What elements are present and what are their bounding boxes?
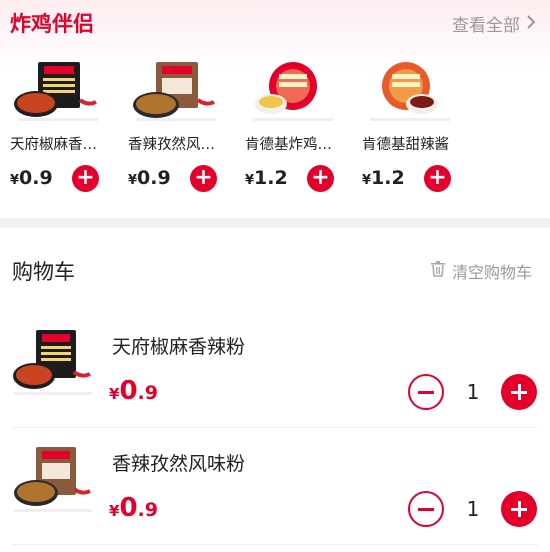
plus-icon: + (428, 165, 447, 190)
companion-item[interactable]: 肯德基甜辣酱 ¥1.2 + (362, 60, 474, 200)
item-price: ¥0.9 (10, 167, 53, 189)
view-all-label: 查看全部 (452, 16, 520, 36)
quantity-value: 1 (466, 497, 480, 521)
chevron-right-icon (526, 14, 536, 34)
section-title: 炸鸡伴侣 (10, 12, 94, 36)
product-image-sweet-chili-sauce (362, 60, 458, 124)
product-image-sichuan-powder (10, 60, 106, 124)
increase-quantity-button[interactable] (501, 374, 537, 410)
cart-item-name: 香辣孜然风味粉 (112, 453, 246, 475)
increase-quantity-button[interactable] (501, 491, 537, 527)
view-all-link[interactable]: 查看全部 (452, 11, 536, 36)
decrease-quantity-button[interactable] (408, 374, 444, 410)
item-name: 肯德基甜辣酱 (362, 137, 449, 153)
quantity-value: 1 (466, 380, 480, 404)
product-image-cumin-powder (10, 445, 96, 517)
item-name: 香辣孜然风… (128, 137, 215, 153)
item-name: 肯德基炸鸡… (245, 137, 332, 153)
item-price: ¥0.9 (128, 167, 171, 189)
companion-section: 炸鸡伴侣 查看全部 天府椒麻香… ¥0.9 + 香辣孜然风… ¥0.9 + 肯德… (0, 0, 550, 218)
item-name: 天府椒麻香… (10, 137, 97, 153)
product-image-sichuan-powder (10, 328, 96, 400)
row-divider (12, 427, 538, 428)
cart-item-price: ¥0.9 (109, 376, 158, 406)
companion-item[interactable]: 肯德基炸鸡… ¥1.2 + (245, 60, 357, 200)
clear-cart-button[interactable]: 清空购物车 (430, 259, 532, 283)
companion-item[interactable]: 天府椒麻香… ¥0.9 + (10, 60, 122, 200)
plus-icon: + (76, 165, 95, 190)
add-to-cart-button[interactable]: + (72, 165, 99, 192)
trash-icon (430, 261, 445, 281)
add-to-cart-button[interactable]: + (307, 165, 334, 192)
companion-item[interactable]: 香辣孜然风… ¥0.9 + (128, 60, 240, 200)
add-to-cart-button[interactable]: + (190, 165, 217, 192)
section-divider (0, 218, 550, 228)
plus-icon: + (194, 165, 213, 190)
item-price: ¥1.2 (362, 167, 405, 189)
clear-cart-label: 清空购物车 (451, 263, 532, 282)
product-image-cumin-powder (128, 60, 224, 124)
plus-icon: + (311, 165, 330, 190)
cart-item-price: ¥0.9 (109, 493, 158, 523)
item-price: ¥1.2 (245, 167, 288, 189)
cart-item: 天府椒麻香辣粉 ¥0.9 1 (0, 322, 550, 434)
decrease-quantity-button[interactable] (408, 491, 444, 527)
product-image-chicken-sauce (245, 60, 341, 124)
row-divider (12, 544, 538, 545)
cart-item-name: 天府椒麻香辣粉 (112, 336, 246, 358)
cart-item: 香辣孜然风味粉 ¥0.9 1 (0, 439, 550, 551)
add-to-cart-button[interactable]: + (424, 165, 451, 192)
cart-title: 购物车 (12, 260, 75, 284)
